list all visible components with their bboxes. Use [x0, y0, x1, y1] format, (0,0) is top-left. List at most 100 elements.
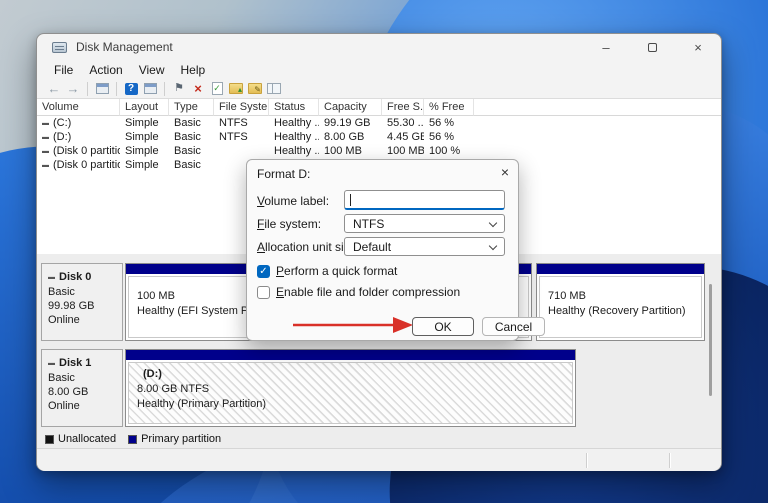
- cell-free-space: 55.30 ...: [382, 117, 424, 129]
- cell-pct-free: 100 %: [424, 145, 474, 157]
- help-icon[interactable]: ?: [123, 81, 139, 96]
- disk-1-label-panel[interactable]: ▬Disk 1 Basic 8.00 GB Online: [41, 349, 123, 427]
- status-bar: [37, 448, 721, 471]
- checkbox-checked-icon[interactable]: ✓: [257, 265, 270, 278]
- menu-file[interactable]: File: [46, 63, 81, 77]
- volume-table-header: Volume Layout Type File System Status Ca…: [37, 99, 721, 116]
- folder-open-icon[interactable]: ▴: [228, 81, 244, 96]
- chevron-down-icon: [489, 242, 497, 250]
- cell-type: Basic: [169, 159, 214, 171]
- legend-bar: Unallocated Primary partition: [37, 430, 721, 448]
- cell-type: Basic: [169, 117, 214, 129]
- file-system-value: NTFS: [353, 217, 384, 231]
- cell-pct-free: 56 %: [424, 117, 474, 129]
- menu-help[interactable]: Help: [173, 63, 214, 77]
- check-document-icon[interactable]: ✓: [209, 81, 225, 96]
- partition-size: 8.00 GB NTFS: [137, 382, 572, 397]
- back-icon[interactable]: ←: [46, 81, 62, 96]
- disk-0-label-panel[interactable]: ▬Disk 0 Basic 99.98 GB Online: [41, 263, 123, 341]
- menu-view[interactable]: View: [131, 63, 173, 77]
- status-bar-separator: [669, 453, 670, 468]
- cell-capacity: 8.00 GB: [319, 131, 382, 143]
- title-bar: Disk Management – ×: [37, 34, 721, 60]
- cell-volume: (Disk 0 partitio...: [53, 159, 120, 171]
- compression-label: Enable file and folder compression: [276, 285, 460, 299]
- compression-checkbox-row[interactable]: Enable file and folder compression: [257, 285, 460, 299]
- format-dialog: Format D: × Volume label: File system: N…: [246, 159, 519, 341]
- column-header-pct-free[interactable]: % Free: [424, 99, 474, 116]
- cell-layout: Simple: [120, 117, 169, 129]
- details-view-icon[interactable]: [266, 81, 282, 96]
- volume-row-disk0-partition-1[interactable]: ▬(Disk 0 partitio... Simple Basic Health…: [37, 144, 721, 158]
- volume-icon: ▬: [42, 162, 49, 169]
- checkbox-unchecked-icon[interactable]: [257, 286, 270, 299]
- legend-unallocated-label: Unallocated: [58, 433, 116, 445]
- cancel-button[interactable]: Cancel: [482, 317, 545, 336]
- file-system-select[interactable]: NTFS: [344, 214, 505, 233]
- file-system-label: File system:: [257, 217, 321, 231]
- cell-layout: Simple: [120, 131, 169, 143]
- disk-name: Disk 1: [59, 357, 91, 369]
- disk-icon: ▬: [48, 274, 55, 281]
- properties-window-icon[interactable]: [142, 81, 158, 96]
- volume-icon: ▬: [42, 134, 49, 141]
- console-window-icon[interactable]: [94, 81, 110, 96]
- dialog-close-icon[interactable]: ×: [501, 164, 509, 180]
- disk-status: Online: [48, 313, 122, 327]
- toolbar: ← → ? ⚑ × ✓ ▴ ✎: [37, 79, 721, 98]
- volume-row-c[interactable]: ▬(C:) Simple Basic NTFS Healthy ... 99.1…: [37, 116, 721, 130]
- ok-button[interactable]: OK: [412, 317, 474, 336]
- toolbar-separator: [116, 82, 117, 96]
- partition-color-bar: [537, 264, 704, 274]
- volume-label-label: Volume label:: [257, 194, 329, 208]
- column-header-layout[interactable]: Layout: [120, 99, 169, 116]
- close-button[interactable]: ×: [675, 34, 721, 60]
- column-header-status[interactable]: Status: [269, 99, 319, 116]
- dialog-title: Format D:: [257, 167, 310, 181]
- status-bar-separator: [586, 453, 587, 468]
- column-header-free-space[interactable]: Free S...: [382, 99, 424, 116]
- disk-status: Online: [48, 399, 122, 413]
- partition-d-formatting[interactable]: (D:) 8.00 GB NTFS Healthy (Primary Parti…: [125, 349, 576, 427]
- menu-action[interactable]: Action: [81, 63, 130, 77]
- maximize-button[interactable]: [629, 34, 675, 60]
- column-header-capacity[interactable]: Capacity: [319, 99, 382, 116]
- cell-capacity: 100 MB: [319, 145, 382, 157]
- column-header-filesystem[interactable]: File System: [214, 99, 269, 116]
- maximize-icon: [648, 43, 657, 52]
- pointer-icon[interactable]: ⚑: [171, 81, 187, 96]
- cell-pct-free: 56 %: [424, 131, 474, 143]
- menu-bar: File Action View Help: [37, 60, 721, 79]
- allocation-unit-select[interactable]: Default: [344, 237, 505, 256]
- disk-type: Basic: [48, 371, 122, 385]
- disk-size: 99.98 GB: [48, 299, 122, 313]
- partition-color-bar: [126, 350, 575, 360]
- column-header-type[interactable]: Type: [169, 99, 214, 116]
- folder-edit-icon[interactable]: ✎: [247, 81, 263, 96]
- disk-1-block: ▬Disk 1 Basic 8.00 GB Online (D:) 8.00 G…: [37, 349, 721, 427]
- quick-format-checkbox-row[interactable]: ✓ Perform a quick format: [257, 264, 397, 278]
- cell-volume: (C:): [53, 117, 71, 129]
- delete-volume-icon[interactable]: ×: [190, 81, 206, 96]
- column-header-volume[interactable]: Volume: [37, 99, 120, 116]
- cell-layout: Simple: [120, 145, 169, 157]
- volume-icon: ▬: [42, 148, 49, 155]
- forward-icon[interactable]: →: [65, 81, 81, 96]
- window-title: Disk Management: [76, 40, 173, 54]
- column-header-filler: [474, 99, 721, 116]
- allocation-unit-value: Default: [353, 240, 391, 254]
- partition-status: Healthy (Recovery Partition): [548, 304, 701, 319]
- cell-volume: (Disk 0 partitio...: [53, 145, 120, 157]
- volume-label-input[interactable]: [344, 190, 505, 210]
- legend-unallocated-swatch: [45, 435, 54, 444]
- cell-type: Basic: [169, 131, 214, 143]
- volume-row-d[interactable]: ▬(D:) Simple Basic NTFS Healthy ... 8.00…: [37, 130, 721, 144]
- app-icon: [52, 42, 67, 53]
- cell-free-space: 100 MB: [382, 145, 424, 157]
- disk-management-window: Disk Management – × File Action View Hel…: [36, 33, 722, 471]
- toolbar-separator: [87, 82, 88, 96]
- legend-primary-swatch: [128, 435, 137, 444]
- partition-recovery[interactable]: 710 MB Healthy (Recovery Partition): [536, 263, 705, 341]
- vertical-scrollbar[interactable]: [709, 284, 712, 396]
- minimize-button[interactable]: –: [583, 34, 629, 60]
